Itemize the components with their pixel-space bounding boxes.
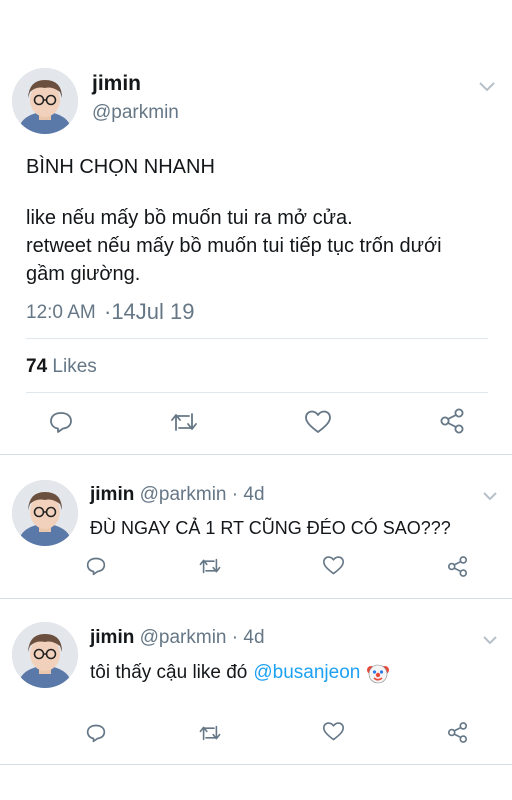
avatar[interactable] [12, 68, 78, 134]
retweet-icon[interactable] [197, 721, 223, 745]
reply-text: ĐÙ NGAY CẢ 1 RT CŨNG ĐÉO CÓ SAO??? [90, 518, 451, 538]
divider [0, 598, 512, 599]
share-icon[interactable] [436, 406, 468, 436]
tweet-text-line: like nếu mấy bồ muốn tui ra mở cửa. [26, 207, 353, 229]
retweet-icon[interactable] [197, 554, 223, 578]
tweet-time: 12:0 AM [26, 302, 96, 323]
clown-emoji-icon [366, 661, 390, 685]
author-handle[interactable]: @parkmin · 4d [140, 484, 265, 505]
share-icon[interactable] [444, 719, 470, 745]
divider [26, 392, 488, 393]
reply-header: jimin @parkmin · 4d [90, 627, 265, 649]
divider [26, 338, 488, 339]
author-name[interactable]: jimin [90, 484, 134, 505]
tweet-text-line: retweet nếu mấy bồ muốn tui tiếp tục trố… [26, 235, 442, 257]
tweet-date: ·14Jul 19 [104, 299, 195, 324]
reply-text-row: tôi thấy cậu like đó @busanjeon [90, 661, 390, 685]
divider [0, 454, 512, 455]
chevron-down-icon[interactable] [482, 632, 498, 650]
author-name[interactable]: jimin [92, 72, 141, 96]
reply-icon[interactable] [84, 721, 108, 745]
author-handle[interactable]: @parkmin · 4d [140, 627, 265, 648]
share-icon[interactable] [444, 553, 470, 579]
reply-icon[interactable] [46, 408, 76, 436]
like-icon[interactable] [320, 719, 346, 743]
likes-label: Likes [52, 356, 97, 377]
reply-header: jimin @parkmin · 4d [90, 484, 265, 506]
author-handle[interactable]: @parkmin [92, 102, 179, 124]
retweet-icon[interactable] [168, 408, 200, 436]
avatar[interactable] [12, 480, 78, 546]
author-name[interactable]: jimin [90, 627, 134, 648]
likes-stat[interactable]: 74 Likes [26, 356, 97, 378]
likes-count: 74 [26, 356, 48, 377]
reply-text: tôi thấy cậu like đó [90, 662, 248, 683]
avatar[interactable] [12, 622, 78, 688]
chevron-down-icon[interactable] [482, 488, 498, 506]
reply-icon[interactable] [84, 554, 108, 578]
like-icon[interactable] [302, 408, 334, 436]
mention-link[interactable]: @busanjeon [253, 662, 360, 684]
tweet-text-line: gầm giường. [26, 263, 141, 285]
chevron-down-icon[interactable] [478, 80, 496, 98]
like-icon[interactable] [320, 553, 346, 577]
tweet-text-line: BÌNH CHỌN NHANH [26, 156, 215, 178]
divider [0, 764, 512, 765]
